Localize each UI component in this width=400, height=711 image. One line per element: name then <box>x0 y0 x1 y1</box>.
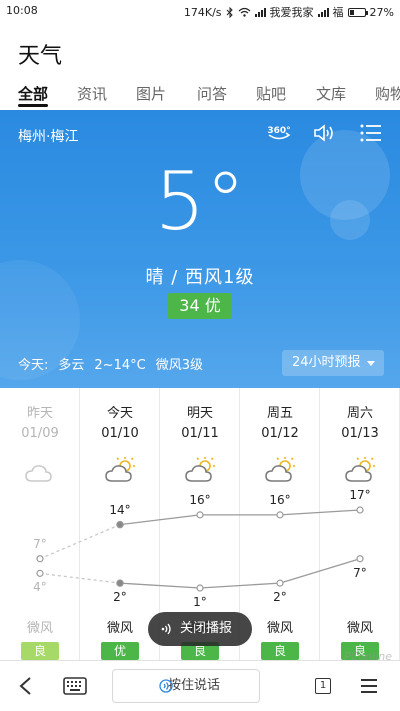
forecast-low: 1° <box>193 595 207 609</box>
partly-cloudy-icon <box>104 456 138 484</box>
keyboard-icon[interactable] <box>63 677 87 695</box>
wifi-icon <box>238 7 250 17</box>
forecast-day-label: 今天 <box>106 406 133 421</box>
page-title: 天气 <box>18 44 63 69</box>
stop-broadcast-button[interactable]: 关闭播报 <box>148 612 252 646</box>
forecast-day-label: 周五 <box>266 406 293 421</box>
menu-icon[interactable] <box>360 678 378 694</box>
forecast-aq-badge: 良 <box>21 642 59 660</box>
forecast-aq-badge: 优 <box>101 642 139 660</box>
forecast-high: 17° <box>349 488 371 502</box>
forecast-high: 16° <box>189 492 211 507</box>
speaker-icon[interactable] <box>312 122 338 144</box>
active-tab-indicator <box>18 104 48 107</box>
tab-qa[interactable]: 问答 <box>197 83 227 104</box>
partly-cloudy-icon <box>184 456 218 484</box>
status-bar: 10:08 174K/s 我爱我家 福 27% <box>0 0 400 22</box>
location-label[interactable]: 梅州·梅江 <box>18 126 78 146</box>
forecast-aq-badge: 良 <box>261 642 299 660</box>
forecast-date: 01/11 <box>181 426 219 441</box>
forecast-high: 14° <box>109 502 131 517</box>
360-view-icon[interactable]: 360° <box>266 122 292 144</box>
forecast-wind: 微风 <box>346 621 373 636</box>
tab-news[interactable]: 资讯 <box>77 83 107 104</box>
forecast-low: 2° <box>273 590 287 605</box>
current-condition: 晴 / 西风1级 <box>145 267 255 288</box>
forecast-high: 16° <box>269 492 291 507</box>
forecast-date: 01/09 <box>21 426 59 441</box>
battery-fill <box>349 9 354 15</box>
partly-cloudy-icon <box>264 456 298 484</box>
battery-icon <box>347 7 368 17</box>
forecast-wind: 微风 <box>266 621 293 636</box>
forecast-high: 7° <box>33 536 47 551</box>
hold-to-talk-button[interactable]: 按住说话 <box>112 669 260 703</box>
hourly-forecast-button[interactable]: 24小时预报 <box>282 350 384 376</box>
forecast-wind: 微风 <box>26 621 53 636</box>
forecast-day-label: 昨天 <box>26 406 53 421</box>
bottom-toolbar: 按住说话 1 <box>0 660 400 711</box>
tab-images[interactable]: 图片 <box>136 83 166 104</box>
forecast-day-label: 周六 <box>346 406 373 421</box>
broadcast-icon <box>161 623 171 635</box>
forecast-date: 01/12 <box>261 426 299 441</box>
back-icon[interactable] <box>18 676 32 696</box>
hold-to-talk-label: 按住说话 <box>167 678 220 693</box>
cloud-icon <box>24 456 58 484</box>
forecast-day[interactable]: 昨天 01/09 7° 4° 微风良 <box>0 388 80 663</box>
today-weather: 多云 <box>58 358 85 373</box>
today-label: 今天: <box>18 358 49 373</box>
tab-count-button[interactable]: 1 <box>315 678 331 694</box>
forecast-date: 01/13 <box>341 426 379 441</box>
partly-cloudy-icon <box>344 456 378 484</box>
current-temperature: 5° <box>154 155 246 248</box>
caret-down-icon <box>367 361 375 366</box>
forecast-low: 7° <box>353 565 367 580</box>
bluetooth-icon <box>226 6 233 18</box>
today-range: 2~14°C <box>94 358 146 373</box>
tab-bar: 全部 资讯 图片 问答 贴吧 文库 购物 <box>0 80 400 110</box>
forecast-low: 2° <box>113 590 127 605</box>
today-wind: 微风3级 <box>155 358 203 373</box>
battery-percent: 27% <box>369 5 394 19</box>
today-summary: 今天: 多云 2~14°C 微风3级 <box>18 354 213 373</box>
forecast-low: 4° <box>33 580 47 595</box>
carrier-2: 福 <box>332 6 344 19</box>
tab-wenku[interactable]: 文库 <box>316 83 346 104</box>
forecast-day[interactable]: 今天 01/10 14° 2° 微风优 <box>80 388 160 663</box>
voice-icon <box>159 679 173 693</box>
signal-icon-2 <box>317 7 329 17</box>
carrier-1: 我爱我家 <box>269 6 314 19</box>
weather-hero: 梅州·梅江 360° 5° 晴 / 西风1级 34 优 今天: 多云 2~14°C 微… <box>0 110 400 388</box>
tab-tieba[interactable]: 贴吧 <box>256 83 286 104</box>
forecast-date: 01/10 <box>101 426 139 441</box>
hourly-forecast-label: 24小时预报 <box>292 355 361 370</box>
signal-icon <box>254 7 266 17</box>
tab-all[interactable]: 全部 <box>18 83 48 104</box>
forecast-day[interactable]: 周六 01/13 17° 7° 微风良 <box>320 388 400 663</box>
status-time: 10:08 <box>6 4 38 17</box>
forecast-day-label: 明天 <box>186 406 213 421</box>
stop-broadcast-label: 关闭播报 <box>180 621 233 636</box>
network-speed: 174K/s <box>183 5 222 19</box>
forecast-day[interactable]: 周五 01/12 16° 2° 微风良 <box>240 388 320 663</box>
aqi-badge[interactable]: 34 优 <box>168 293 232 319</box>
tab-shopping[interactable]: 购物 <box>375 83 400 104</box>
menu-icon[interactable] <box>358 122 384 144</box>
